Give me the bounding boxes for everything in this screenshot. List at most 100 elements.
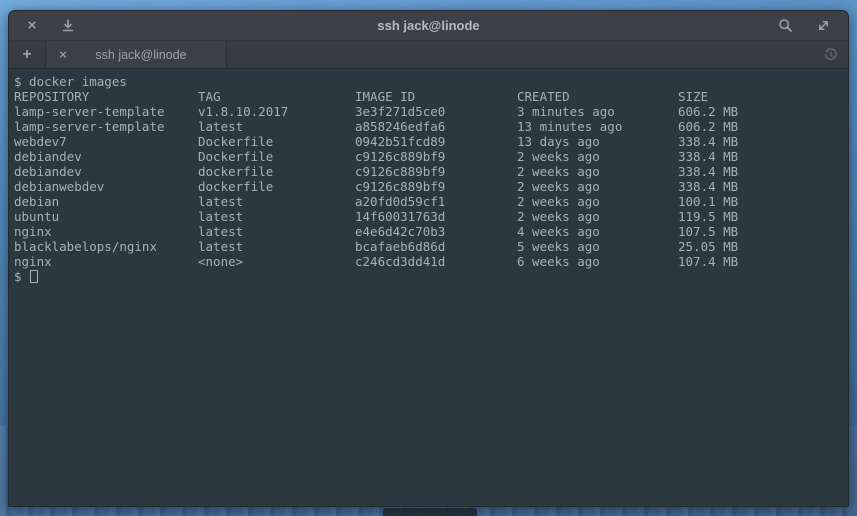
cell-created: 13 minutes ago (517, 119, 678, 134)
table-row: ubuntu latest 14f60031763d 2 weeks ago 1… (14, 209, 842, 224)
cell-tag: latest (198, 119, 355, 134)
table-row: debianwebdev dockerfile c9126c889bf9 2 w… (14, 179, 842, 194)
fullscreen-icon (816, 18, 831, 33)
cell-tag: dockerfile (198, 164, 355, 179)
cell-created: 2 weeks ago (517, 194, 678, 209)
header-created: CREATED (517, 89, 678, 104)
dock-peek[interactable] (383, 508, 477, 516)
close-icon: × (59, 47, 67, 62)
cell-repository: lamp-server-template (14, 104, 198, 119)
cell-repository: nginx (14, 254, 198, 269)
cell-image-id: c246cd3dd41d (355, 254, 517, 269)
header-image-id: IMAGE ID (355, 89, 517, 104)
table-row: debiandev Dockerfile c9126c889bf9 2 week… (14, 149, 842, 164)
cell-image-id: 3e3f271d5ce0 (355, 104, 517, 119)
cell-size: 338.4 MB (678, 179, 842, 194)
tabbar-empty-space (227, 41, 814, 68)
cell-tag: Dockerfile (198, 134, 355, 149)
tab-close-button[interactable]: × (56, 47, 70, 62)
cell-created: 13 days ago (517, 134, 678, 149)
cell-size: 338.4 MB (678, 149, 842, 164)
header-size: SIZE (678, 89, 842, 104)
cell-repository: debianwebdev (14, 179, 198, 194)
cell-size: 25.05 MB (678, 239, 842, 254)
cell-size: 107.5 MB (678, 224, 842, 239)
cell-size: 119.5 MB (678, 209, 842, 224)
history-icon (823, 47, 839, 63)
cell-tag: <none> (198, 254, 355, 269)
close-icon: × (28, 18, 37, 33)
cell-tag: dockerfile (198, 179, 355, 194)
cell-tag: latest (198, 209, 355, 224)
cell-tag: latest (198, 224, 355, 239)
cell-tag: Dockerfile (198, 149, 355, 164)
search-button[interactable] (774, 15, 796, 37)
cell-created: 2 weeks ago (517, 209, 678, 224)
close-window-button[interactable]: × (21, 15, 43, 37)
table-row: debian latest a20fd0d59cf1 2 weeks ago 1… (14, 194, 842, 209)
cell-size: 100.1 MB (678, 194, 842, 209)
fullscreen-button[interactable] (812, 15, 834, 37)
tab-bar: + × ssh jack@linode (9, 41, 848, 69)
cell-image-id: a858246edfa6 (355, 119, 517, 134)
terminal-screen[interactable]: $ docker images REPOSITORY TAG IMAGE ID … (9, 69, 848, 506)
search-icon (778, 18, 793, 33)
cell-repository: webdev7 (14, 134, 198, 149)
command-line: $ docker images (14, 74, 842, 89)
cell-image-id: bcafaeb6d86d (355, 239, 517, 254)
cell-repository: lamp-server-template (14, 119, 198, 134)
table-header-row: REPOSITORY TAG IMAGE ID CREATED SIZE (14, 89, 842, 104)
terminal-window: × ssh jack@linode (8, 10, 849, 507)
header-repository: REPOSITORY (14, 89, 198, 104)
restore-closed-tab-button[interactable] (814, 41, 848, 68)
cell-image-id: 0942b51fcd89 (355, 134, 517, 149)
prompt-symbol: $ (14, 269, 22, 284)
window-title: ssh jack@linode (9, 18, 848, 33)
download-button[interactable] (57, 15, 79, 37)
cell-image-id: 14f60031763d (355, 209, 517, 224)
titlebar[interactable]: × ssh jack@linode (9, 11, 848, 41)
cell-image-id: e4e6d42c70b3 (355, 224, 517, 239)
cell-created: 2 weeks ago (517, 179, 678, 194)
new-tab-button[interactable]: + (9, 41, 46, 68)
table-row: lamp-server-template v1.8.10.2017 3e3f27… (14, 104, 842, 119)
image-table-body: lamp-server-template v1.8.10.2017 3e3f27… (14, 104, 842, 269)
cell-repository: debiandev (14, 164, 198, 179)
cell-size: 338.4 MB (678, 164, 842, 179)
cell-image-id: c9126c889bf9 (355, 149, 517, 164)
cell-size: 338.4 MB (678, 134, 842, 149)
cell-repository: blacklabelops/nginx (14, 239, 198, 254)
cell-image-id: c9126c889bf9 (355, 164, 517, 179)
terminal-cursor (30, 270, 38, 283)
cell-repository: debiandev (14, 149, 198, 164)
table-row: lamp-server-template latest a858246edfa6… (14, 119, 842, 134)
cell-created: 5 weeks ago (517, 239, 678, 254)
cell-image-id: a20fd0d59cf1 (355, 194, 517, 209)
cell-repository: nginx (14, 224, 198, 239)
prompt-line: $ (14, 269, 842, 284)
cell-tag: latest (198, 239, 355, 254)
cell-tag: latest (198, 194, 355, 209)
cell-tag: v1.8.10.2017 (198, 104, 355, 119)
table-row: nginx latest e4e6d42c70b3 4 weeks ago 10… (14, 224, 842, 239)
cell-size: 107.4 MB (678, 254, 842, 269)
tab-label: ssh jack@linode (78, 48, 216, 62)
cell-repository: debian (14, 194, 198, 209)
header-tag: TAG (198, 89, 355, 104)
cell-created: 2 weeks ago (517, 149, 678, 164)
cell-size: 606.2 MB (678, 119, 842, 134)
tab-ssh-jack-linode[interactable]: × ssh jack@linode (46, 41, 227, 68)
cell-created: 4 weeks ago (517, 224, 678, 239)
cell-image-id: c9126c889bf9 (355, 179, 517, 194)
table-row: nginx <none> c246cd3dd41d 6 weeks ago 10… (14, 254, 842, 269)
cell-created: 2 weeks ago (517, 164, 678, 179)
plus-icon: + (22, 46, 31, 64)
cell-size: 606.2 MB (678, 104, 842, 119)
table-row: webdev7 Dockerfile 0942b51fcd89 13 days … (14, 134, 842, 149)
cell-repository: ubuntu (14, 209, 198, 224)
table-row: debiandev dockerfile c9126c889bf9 2 week… (14, 164, 842, 179)
download-icon (61, 19, 75, 33)
cell-created: 3 minutes ago (517, 104, 678, 119)
cell-created: 6 weeks ago (517, 254, 678, 269)
table-row: blacklabelops/nginx latest bcafaeb6d86d … (14, 239, 842, 254)
